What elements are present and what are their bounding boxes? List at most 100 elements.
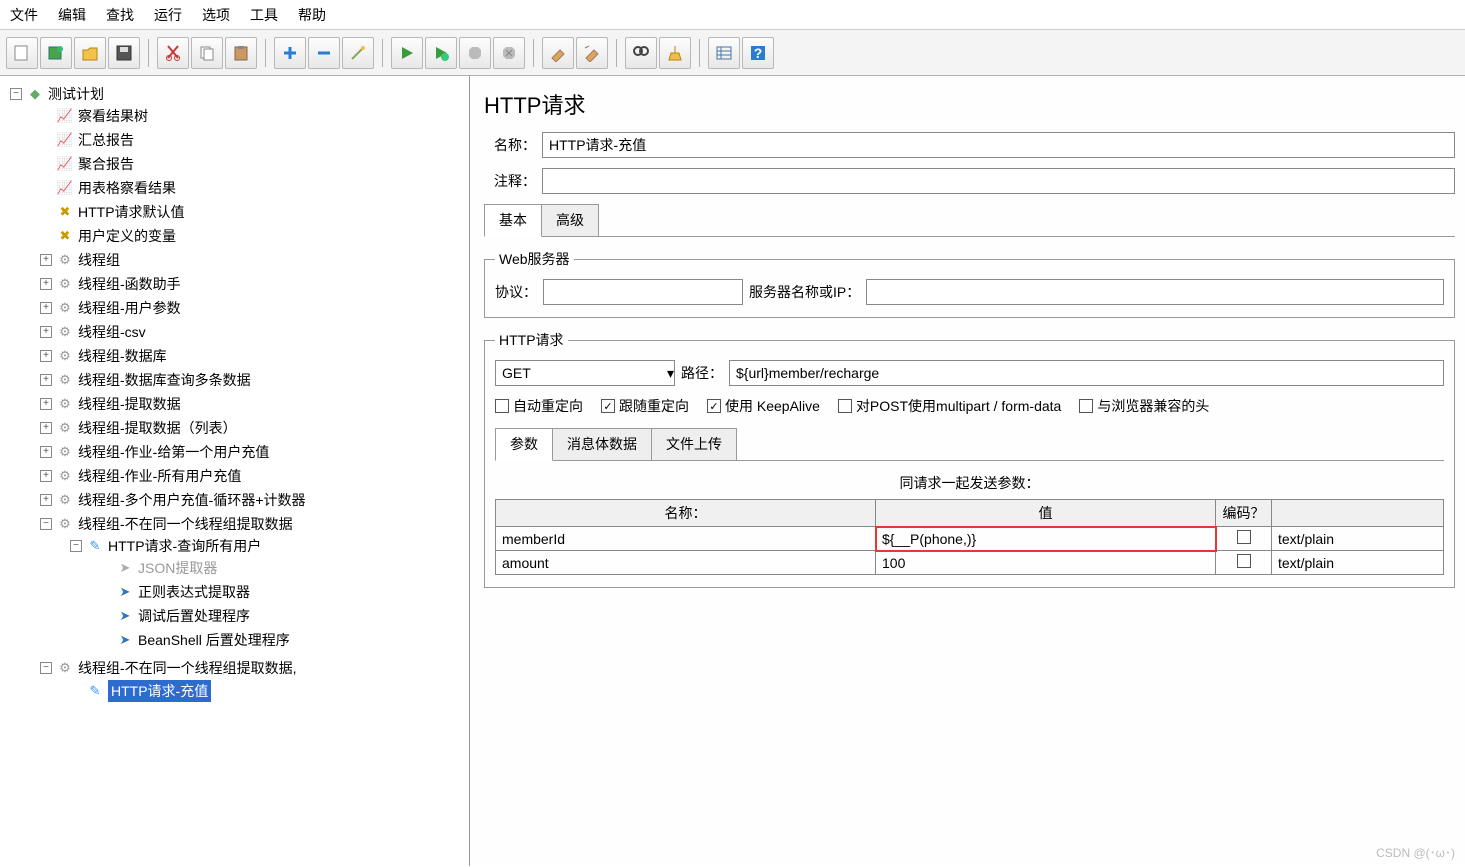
cell-content-type[interactable]: text/plain — [1272, 527, 1444, 551]
tree-item[interactable]: +⚙线程组-数据库查询多条数据 — [40, 370, 465, 390]
tree-item[interactable]: ✖用户定义的变量 — [40, 226, 465, 246]
comment-input[interactable] — [542, 168, 1455, 194]
plus-icon[interactable] — [274, 37, 306, 69]
tree-item[interactable]: +⚙线程组-数据库 — [40, 346, 465, 366]
search-icon[interactable] — [625, 37, 657, 69]
copy-icon[interactable] — [191, 37, 223, 69]
collapse-icon[interactable]: − — [70, 540, 82, 552]
cell-value[interactable]: 100 — [876, 551, 1216, 575]
expand-icon[interactable]: + — [40, 446, 52, 458]
cell-content-type[interactable]: text/plain — [1272, 551, 1444, 575]
tree-item[interactable]: ➤调试后置处理程序 — [100, 606, 465, 626]
menu-run[interactable]: 运行 — [154, 5, 182, 25]
open-icon[interactable] — [74, 37, 106, 69]
paste-icon[interactable] — [225, 37, 257, 69]
cut-icon[interactable] — [157, 37, 189, 69]
expand-icon[interactable]: + — [40, 254, 52, 266]
tree-item[interactable]: +⚙线程组-用户参数 — [40, 298, 465, 318]
proto-input[interactable] — [543, 279, 743, 305]
menu-options[interactable]: 选项 — [202, 5, 230, 25]
expand-icon[interactable]: + — [40, 326, 52, 338]
col-value[interactable]: 值 — [876, 500, 1216, 527]
expand-icon[interactable]: + — [40, 398, 52, 410]
save-icon[interactable] — [108, 37, 140, 69]
tree-item[interactable]: +⚙线程组-多个用户充值-循环器+计数器 — [40, 490, 465, 510]
new-icon[interactable] — [6, 37, 38, 69]
tree-item[interactable]: +⚙线程组-提取数据（列表） — [40, 418, 465, 438]
menu-tools[interactable]: 工具 — [250, 5, 278, 25]
minus-icon[interactable] — [308, 37, 340, 69]
tree-item[interactable]: +⚙线程组-csv — [40, 322, 465, 342]
tree-panel[interactable]: − ◆ 测试计划 📈察看结果树 📈汇总报告 📈聚合报告 📈用表格察看结果 ✖HT… — [0, 76, 470, 866]
tree-item[interactable]: ➤正则表达式提取器 — [100, 582, 465, 602]
stop-icon[interactable] — [459, 37, 491, 69]
col-encode[interactable]: 编码？ — [1216, 500, 1272, 527]
sweep-icon[interactable] — [659, 37, 691, 69]
subtab-body[interactable]: 消息体数据 — [552, 428, 652, 460]
table-row[interactable]: memberId ${__P(phone,)} text/plain — [496, 527, 1444, 551]
run-thread-icon[interactable] — [425, 37, 457, 69]
wand-icon[interactable] — [342, 37, 374, 69]
collapse-icon[interactable]: − — [40, 518, 52, 530]
tree-item[interactable]: 📈用表格察看结果 — [40, 178, 465, 198]
expand-icon[interactable]: + — [40, 374, 52, 386]
tree-root[interactable]: − ◆ 测试计划 — [10, 84, 465, 104]
tree-item[interactable]: 📈聚合报告 — [40, 154, 465, 174]
clear-all-icon[interactable] — [576, 37, 608, 69]
tree-item[interactable]: 📈汇总报告 — [40, 130, 465, 150]
expand-icon[interactable]: + — [40, 302, 52, 314]
template-icon[interactable] — [40, 37, 72, 69]
expand-icon[interactable]: + — [40, 278, 52, 290]
cell-name[interactable]: amount — [496, 551, 876, 575]
tree-item[interactable]: −✎HTTP请求-查询所有用户 — [70, 536, 465, 556]
chk-keepalive[interactable]: ✓使用 KeepAlive — [707, 396, 820, 416]
tree-item[interactable]: −⚙线程组-不在同一个线程组提取数据, — [40, 658, 465, 678]
collapse-icon[interactable]: − — [40, 662, 52, 674]
chk-auto-redirect[interactable]: 自动重定向 — [495, 396, 583, 416]
toggle-icon[interactable] — [708, 37, 740, 69]
stop-all-icon[interactable] — [493, 37, 525, 69]
subtab-params[interactable]: 参数 — [495, 428, 553, 461]
menu-find[interactable]: 查找 — [106, 5, 134, 25]
tree-item[interactable]: +⚙线程组-作业-给第一个用户充值 — [40, 442, 465, 462]
chk-follow-redirect[interactable]: ✓跟随重定向 — [601, 396, 689, 416]
tree-item[interactable]: +⚙线程组-提取数据 — [40, 394, 465, 414]
cell-encode[interactable] — [1216, 551, 1272, 575]
path-input[interactable] — [729, 360, 1444, 386]
tree-item[interactable]: 📈察看结果树 — [40, 106, 465, 126]
expand-icon[interactable]: + — [40, 470, 52, 482]
help-icon[interactable]: ? — [742, 37, 774, 69]
tab-basic[interactable]: 基本 — [484, 204, 542, 237]
table-row[interactable]: amount 100 text/plain — [496, 551, 1444, 575]
tree-item-selected[interactable]: ✎HTTP请求-充值 — [70, 680, 465, 702]
cell-name[interactable]: memberId — [496, 527, 876, 551]
param-table[interactable]: 名称： 值 编码？ memberId ${__P(phone,)} text/p… — [495, 499, 1444, 575]
tree-item[interactable]: +⚙线程组-函数助手 — [40, 274, 465, 294]
tree-item[interactable]: +⚙线程组-作业-所有用户充值 — [40, 466, 465, 486]
expand-icon[interactable]: + — [40, 422, 52, 434]
tree-item[interactable]: ➤JSON提取器 — [100, 558, 465, 578]
name-input[interactable] — [542, 132, 1455, 158]
menu-edit[interactable]: 编辑 — [58, 5, 86, 25]
cell-encode[interactable] — [1216, 527, 1272, 551]
method-select[interactable]: GET ▾ — [495, 360, 675, 386]
cell-value[interactable]: ${__P(phone,)} — [876, 527, 1216, 551]
tree-item[interactable]: +⚙线程组 — [40, 250, 465, 270]
subtab-file[interactable]: 文件上传 — [651, 428, 737, 460]
tree-item[interactable]: −⚙线程组-不在同一个线程组提取数据 — [40, 514, 465, 534]
chk-browser-headers[interactable]: 与浏览器兼容的头 — [1079, 396, 1209, 416]
menu-file[interactable]: 文件 — [10, 5, 38, 25]
chk-multipart[interactable]: 对POST使用multipart / form-data — [838, 396, 1061, 416]
tree-item[interactable]: ✖HTTP请求默认值 — [40, 202, 465, 222]
col-content-type[interactable] — [1272, 500, 1444, 527]
run-icon[interactable] — [391, 37, 423, 69]
expand-icon[interactable]: + — [40, 350, 52, 362]
clear-icon[interactable] — [542, 37, 574, 69]
collapse-icon[interactable]: − — [10, 88, 22, 100]
expand-icon[interactable]: + — [40, 494, 52, 506]
col-name[interactable]: 名称： — [496, 500, 876, 527]
menu-help[interactable]: 帮助 — [298, 5, 326, 25]
tab-advanced[interactable]: 高级 — [541, 204, 599, 236]
tree-item[interactable]: ➤BeanShell 后置处理程序 — [100, 630, 465, 650]
server-input[interactable] — [866, 279, 1444, 305]
